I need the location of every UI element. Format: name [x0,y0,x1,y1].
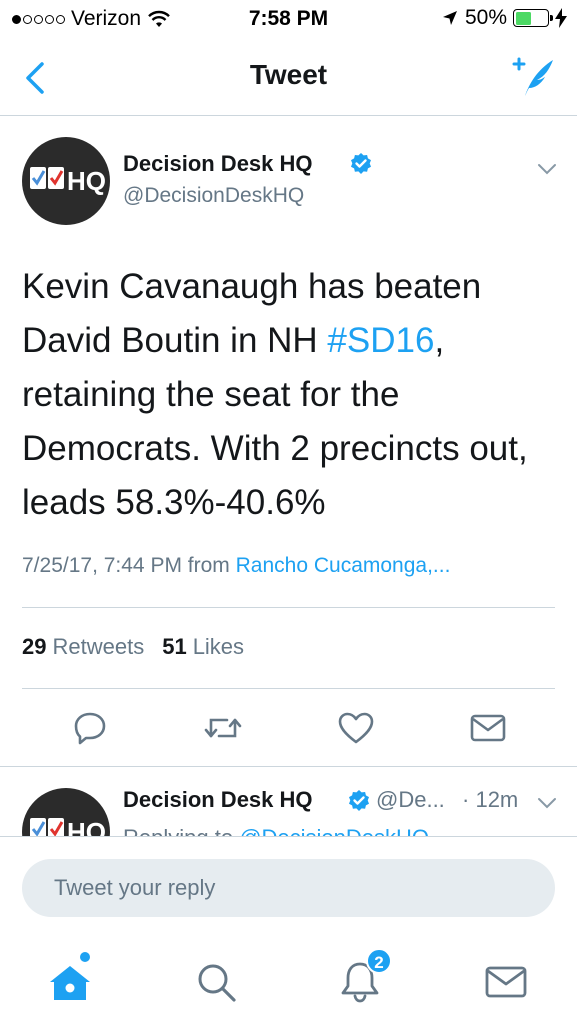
retweets-label: Retweets [52,634,145,659]
new-content-dot [80,952,90,962]
reply-button[interactable] [70,708,110,748]
share-dm-button[interactable] [468,708,508,748]
reply-icon [74,712,106,745]
reply-age: 12m [475,787,519,812]
retweets-stat[interactable]: 29 Retweets [22,634,144,660]
tweet-actions [0,700,577,756]
divider [22,607,555,608]
battery-icon [513,9,553,27]
chevron-down-icon[interactable] [536,158,558,180]
tab-bar: 2 [0,942,577,1024]
retweet-icon [204,718,242,738]
likes-label: Likes [192,634,245,659]
tab-notifications[interactable]: 2 [336,948,392,1006]
tab-messages[interactable] [482,958,530,1006]
verified-badge-icon [351,153,371,174]
tab-home[interactable] [46,952,94,1006]
heart-icon [338,712,374,744]
status-bar: Verizon 7:58 PM 50% [0,0,577,40]
retweet-button[interactable] [203,708,243,748]
location-arrow-icon [442,11,457,25]
tweet-timestamp: 7/25/17, 7:44 PM [22,554,182,577]
reply-author-name[interactable]: Decision Desk HQ [123,787,313,813]
tweet-meta: 7/25/17, 7:44 PM from Rancho Cucamonga,.… [22,554,557,578]
location-link[interactable]: Rancho Cucamonga,... [236,554,451,577]
chevron-down-icon[interactable] [536,792,558,814]
notifications-badge: 2 [366,948,392,974]
reply-composer: Tweet your reply [0,836,577,942]
reply-time: · 12m [462,787,518,813]
status-right: 50% [441,6,567,30]
charging-bolt-icon [555,8,567,28]
page-title: Tweet [249,59,328,90]
likes-count: 51 [162,634,187,659]
retweets-count: 29 [22,634,47,659]
envelope-icon [485,966,527,998]
likes-stat[interactable]: 51 Likes [162,634,244,660]
compose-tweet-button[interactable] [511,54,557,100]
tweet-text: Kevin Cavanaugh has beaten David Boutin … [22,260,562,530]
decision-desk-logo: HQ [30,166,106,196]
tab-search[interactable] [192,958,240,1006]
svg-text:HQ: HQ [67,166,106,196]
verified-badge-icon [349,790,369,811]
author-avatar[interactable]: HQ [22,137,110,225]
compose-tweet-icon [512,57,553,96]
engagement-stats: 29 Retweets 51 Likes [22,634,244,660]
search-icon [198,964,236,1002]
hashtag-link[interactable]: #SD16 [327,321,434,360]
from-label: from [187,554,230,577]
author-handle[interactable]: @DecisionDeskHQ [123,184,304,208]
author-name[interactable]: Decision Desk HQ [123,151,313,177]
like-button[interactable] [336,708,376,748]
battery-percent: 50% [464,6,507,29]
divider [22,688,555,689]
divider [0,766,577,767]
envelope-icon [470,714,506,742]
navigation-bar: Tweet [0,40,577,116]
separator-dot: · [462,787,470,812]
home-icon [50,966,90,1000]
reply-author-handle[interactable]: @De... [376,787,445,813]
reply-input[interactable]: Tweet your reply [22,859,555,917]
